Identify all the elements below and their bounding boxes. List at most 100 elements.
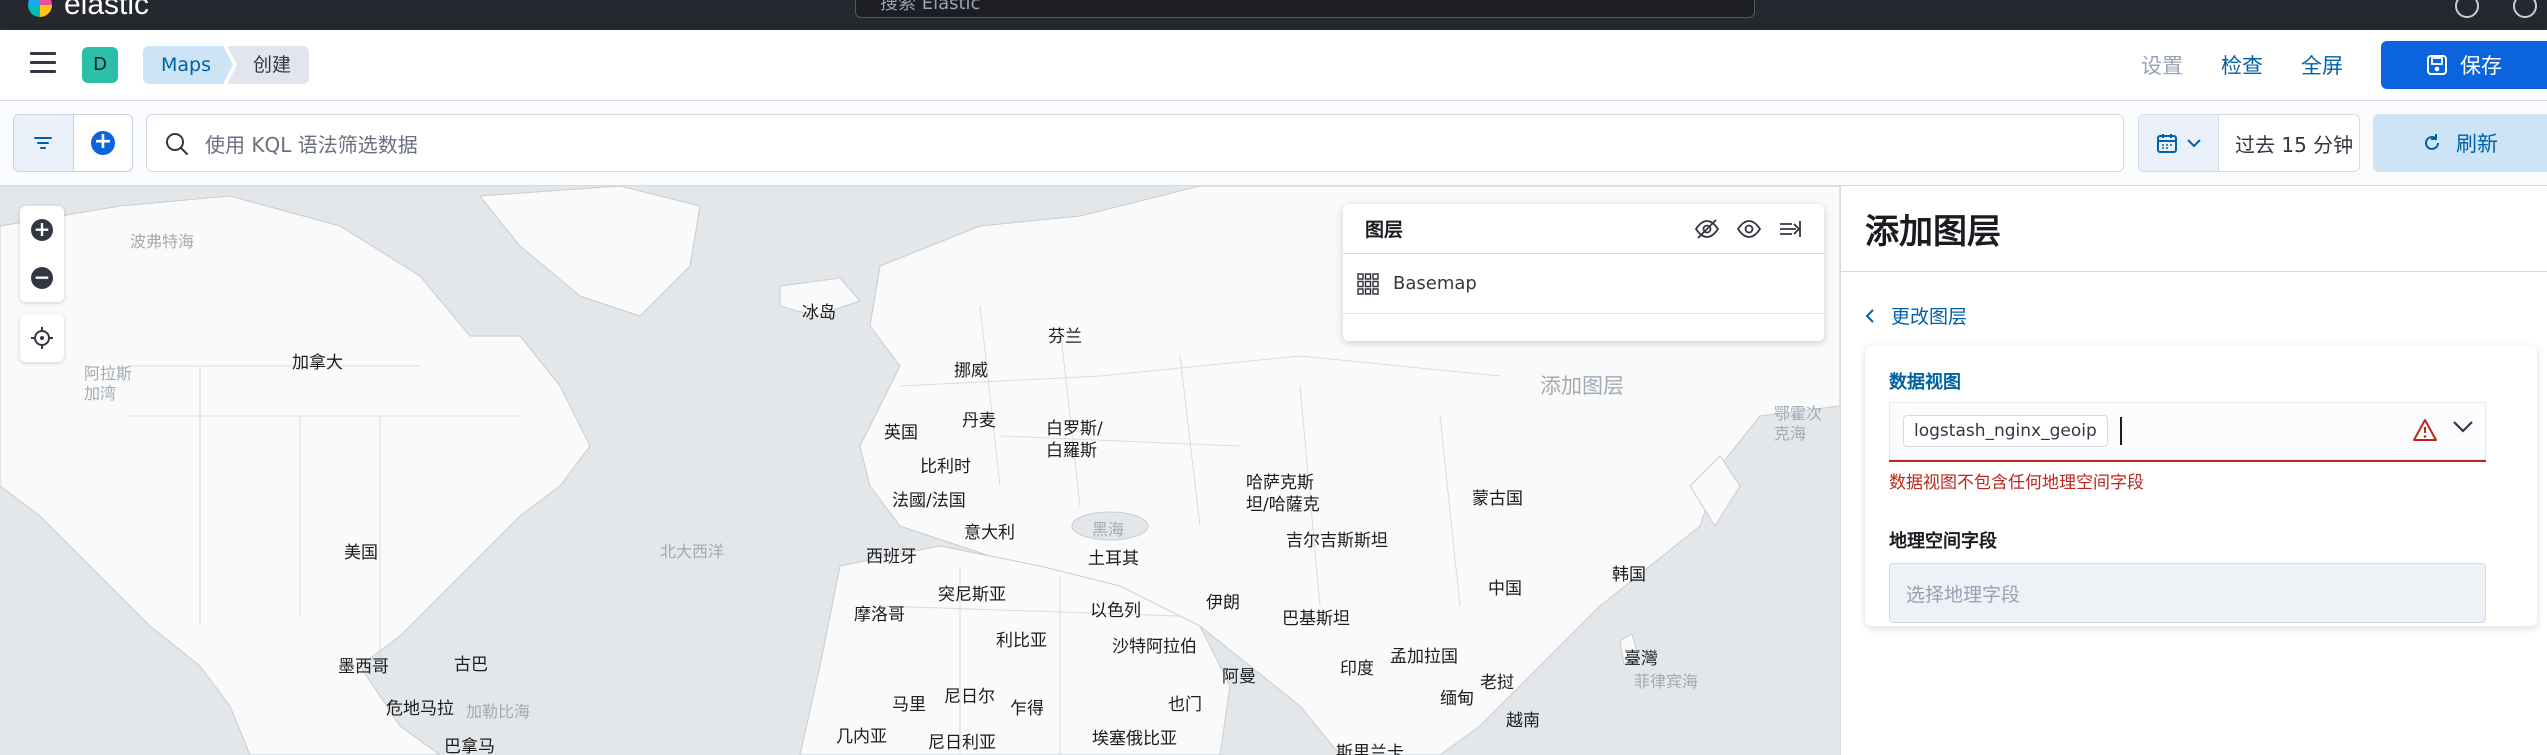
map-label: 哈萨克斯 坦/哈薩克 <box>1246 473 1320 515</box>
text-cursor <box>2119 417 2122 445</box>
app-actions: 设置 检查 全屏 保存 <box>2141 41 2547 89</box>
filter-icon <box>34 137 53 149</box>
data-view-combobox[interactable]: logstash_nginx_geoip <box>1889 402 2486 462</box>
layer-name: Basemap <box>1393 273 1477 294</box>
date-picker: 过去 15 分钟 <box>2138 114 2360 172</box>
add-filter-button[interactable]: + <box>72 115 132 171</box>
save-button[interactable]: 保存 <box>2381 41 2547 89</box>
chevron-left-icon <box>1865 308 1874 323</box>
brand-name: elastic <box>64 0 150 21</box>
refresh-icon <box>2425 134 2439 150</box>
geo-field-label: 地理空间字段 <box>1889 531 1997 552</box>
map-label: 阿拉斯 加湾 <box>84 364 133 403</box>
breadcrumb-create: 创建 <box>227 46 310 84</box>
user-menu-icon[interactable] <box>2513 0 2537 18</box>
quick-menu-button[interactable] <box>2139 115 2219 171</box>
elastic-logo[interactable]: elastic <box>28 0 149 22</box>
kql-search-input[interactable]: 使用 KQL 语法筛选数据 <box>146 114 2124 172</box>
calendar-icon <box>2156 134 2177 153</box>
map-label: 加拿大 <box>292 353 343 373</box>
layer-row-basemap[interactable]: Basemap <box>1343 254 1824 314</box>
collapse-panel-icon[interactable] <box>1778 218 1802 240</box>
map-label: 埃塞俄比亚 <box>1092 729 1177 749</box>
map-label: 丹麦 <box>962 411 996 431</box>
map-label: 几内亚 <box>836 727 887 747</box>
map-label: 马里 <box>892 695 926 715</box>
map-label: 伊朗 <box>1206 593 1240 613</box>
time-range-display[interactable]: 过去 15 分钟 <box>2219 115 2359 171</box>
data-view-error: 数据视图不包含任何地理空间字段 <box>1889 473 2144 493</box>
space-avatar[interactable]: D <box>82 47 118 83</box>
breadcrumb: Maps 创建 <box>143 46 310 84</box>
map-label: 菲律宾海 <box>1634 672 1699 691</box>
map-label: 乍得 <box>1010 699 1044 719</box>
map-label: 阿曼 <box>1222 667 1256 687</box>
panel-title: 添加图层 <box>1841 186 2547 272</box>
show-all-layers-icon[interactable] <box>1736 218 1762 240</box>
breadcrumb-maps[interactable]: Maps <box>143 46 233 84</box>
chevron-down-icon <box>2186 139 2201 148</box>
inspect-link[interactable]: 检查 <box>2221 50 2263 80</box>
layer-control-actions <box>1694 218 1802 240</box>
refresh-label: 刷新 <box>2456 132 2498 156</box>
map-label: 英国 <box>884 423 918 443</box>
app-bar: D Maps 创建 设置 检查 全屏 保存 <box>0 30 2547 101</box>
save-icon <box>2427 55 2447 75</box>
map-label: 加勒比海 <box>466 702 531 721</box>
hide-all-layers-icon[interactable] <box>1694 218 1720 240</box>
query-bar: + 使用 KQL 语法筛选数据 过去 15 分钟 刷新 <box>0 101 2547 186</box>
map-label: 挪威 <box>954 361 988 381</box>
set-view-button[interactable] <box>20 314 64 362</box>
layer-control-title: 图层 <box>1365 219 1404 241</box>
map-label: 巴基斯坦 <box>1282 609 1350 629</box>
fullscreen-link[interactable]: 全屏 <box>2301 50 2343 80</box>
crosshair-icon <box>31 327 53 349</box>
map-canvas[interactable]: 波弗特海 冰岛 芬兰 加拿大 阿拉斯 加湾 挪威 丹麦 英国 白罗斯/ 白羅斯 … <box>0 186 1840 755</box>
map-label: 北大西洋 <box>660 542 725 561</box>
geo-field-select[interactable]: 选择地理字段 <box>1889 563 2486 623</box>
refresh-button[interactable]: 刷新 <box>2373 114 2547 172</box>
map-label: 芬兰 <box>1048 327 1082 347</box>
change-layer-label: 更改图层 <box>1891 306 1968 328</box>
change-layer-link[interactable]: 更改图层 <box>1865 302 1967 329</box>
chevron-down-icon[interactable] <box>2452 420 2474 434</box>
map-label: 印度 <box>1340 659 1374 679</box>
filter-menu-button[interactable] <box>14 115 73 171</box>
zoom-controls: + − <box>20 206 64 302</box>
map-label: 突尼斯亚 <box>938 585 1006 605</box>
plus-icon: + <box>90 131 115 155</box>
warning-icon <box>2413 419 2437 441</box>
data-view-form: 数据视图 logstash_nginx_geoip 数据视图不包含任何地理空间字… <box>1865 346 2537 626</box>
map-label: 尼日利亚 <box>928 733 996 753</box>
map-label: 越南 <box>1506 711 1540 731</box>
zoom-out-button[interactable]: − <box>20 254 64 302</box>
map-label: 巴拿马 <box>444 737 495 755</box>
map-label: 鄂霍次 克海 <box>1774 404 1823 443</box>
map-label: 中国 <box>1488 579 1522 599</box>
elastic-logo-icon <box>28 0 52 17</box>
map-label: 孟加拉国 <box>1390 647 1458 667</box>
grid-icon <box>1357 272 1379 295</box>
kql-placeholder: 使用 KQL 语法筛选数据 <box>205 132 418 157</box>
search-icon <box>166 133 188 155</box>
global-header: elastic 搜索 Elastic <box>0 0 2547 30</box>
map-label: 斯里兰卡 <box>1336 743 1404 755</box>
global-search-input[interactable]: 搜索 Elastic <box>855 0 1755 18</box>
map-label: 意大利 <box>964 523 1015 543</box>
menu-toggle-button[interactable] <box>30 52 56 74</box>
map-label: 土耳其 <box>1088 549 1139 569</box>
help-icon[interactable] <box>2455 0 2479 18</box>
map-label: 波弗特海 <box>130 232 195 251</box>
settings-link[interactable]: 设置 <box>2141 50 2183 80</box>
map-label: 也门 <box>1168 695 1202 715</box>
header-right-icons <box>2455 0 2547 18</box>
filter-controls: + <box>13 114 133 172</box>
zoom-in-button[interactable]: + <box>20 206 64 254</box>
map-label: 冰岛 <box>802 303 836 323</box>
hamburger-line <box>30 52 56 55</box>
map-label: 摩洛哥 <box>854 605 905 625</box>
map-label: 利比亚 <box>996 631 1047 651</box>
data-view-pill[interactable]: logstash_nginx_geoip <box>1903 415 2108 447</box>
add-layer-panel: 添加图层 更改图层 数据视图 logstash_nginx_geoip 数据视图… <box>1840 186 2547 755</box>
data-view-label: 数据视图 <box>1889 372 1961 393</box>
